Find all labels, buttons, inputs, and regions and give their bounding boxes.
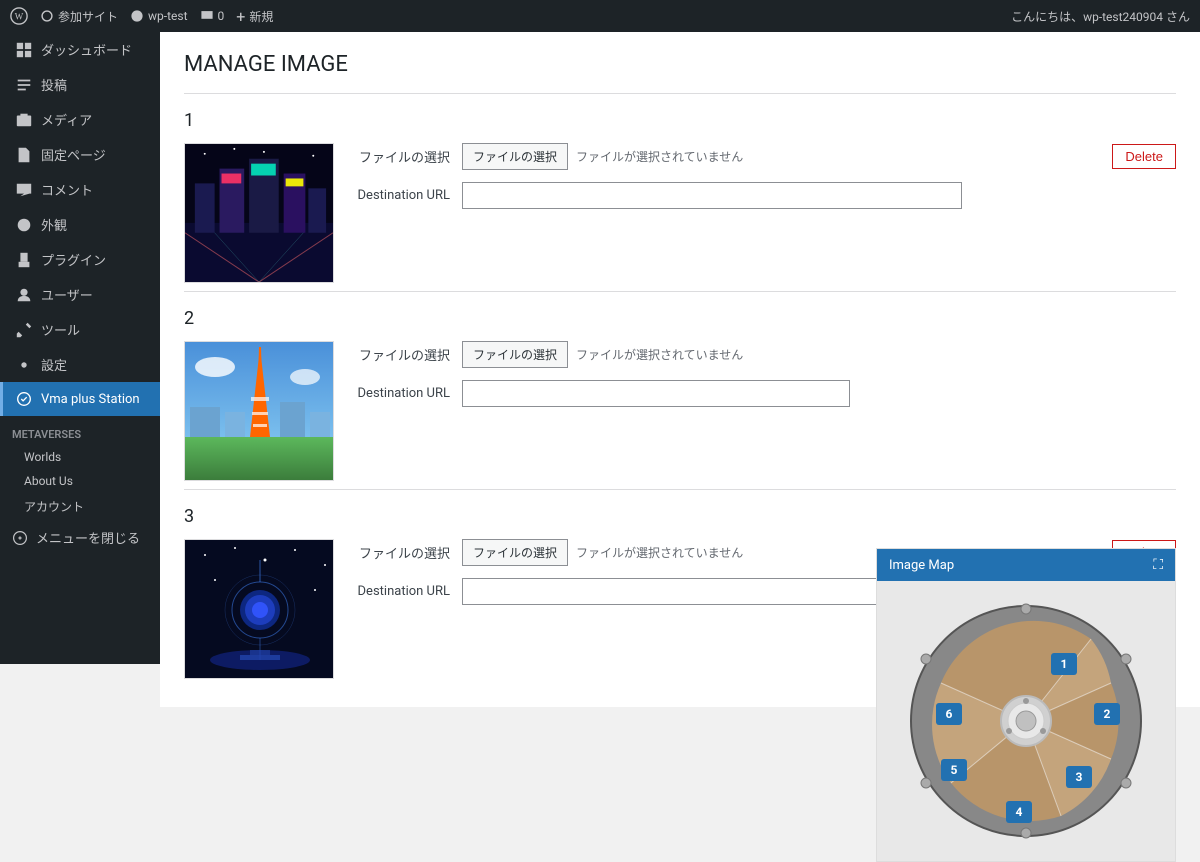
destination-label-1: Destination URL — [350, 188, 450, 203]
wp-logo-item[interactable]: W — [10, 7, 28, 25]
file-label-1: ファイルの選択 — [350, 147, 450, 166]
new-link[interactable]: + 新規 — [236, 7, 273, 26]
svg-text:4: 4 — [1016, 805, 1023, 819]
sidebar-sub-worlds[interactable]: Worlds — [0, 445, 160, 469]
sidebar-item-dashboard[interactable]: ダッシュボード — [0, 32, 160, 67]
main-content: MANAGE IMAGE 1 — [160, 32, 1200, 707]
image-row-2: ファイルの選択 ファイルの選択 ファイルが選択されていません Destinati… — [184, 341, 1176, 481]
sidebar-item-plugins[interactable]: プラグイン — [0, 242, 160, 277]
image-row-1: ファイルの選択 ファイルの選択 ファイルが選択されていません Delete De… — [184, 143, 1176, 283]
sidebar-item-media[interactable]: メディア — [0, 102, 160, 137]
section-divider-1 — [184, 291, 1176, 292]
wptest-link[interactable]: wp-test — [130, 9, 187, 23]
file-field-row-1: ファイルの選択 ファイルの選択 ファイルが選択されていません Delete — [350, 143, 1176, 170]
sidebar-item-comments[interactable]: コメント — [0, 172, 160, 207]
page-title: MANAGE IMAGE — [184, 52, 1176, 77]
admin-bar: W 参加サイト wp-test 0 + 新規 こんにちは、wp-test2409… — [0, 0, 1200, 32]
file-no-file-1: ファイルが選択されていません — [576, 148, 743, 165]
image-map-title: Image Map — [889, 558, 954, 573]
image-thumb-2 — [184, 341, 334, 481]
sidebar-item-tools[interactable]: ツール — [0, 312, 160, 347]
url-field-row-1: Destination URL — [350, 182, 1176, 209]
file-input-group-2: ファイルの選択 ファイルが選択されていません — [462, 341, 850, 368]
section-number-3: 3 — [184, 506, 1176, 527]
sidebar-item-appearance[interactable]: 外観 — [0, 207, 160, 242]
file-label-2: ファイルの選択 — [350, 345, 450, 364]
metaverses-section-title: Metaverses — [0, 416, 160, 445]
sidebar-item-settings[interactable]: 設定 — [0, 347, 160, 382]
file-no-file-2: ファイルが選択されていません — [576, 346, 743, 363]
sidebar-item-posts[interactable]: 投稿 — [0, 67, 160, 102]
section-divider-2 — [184, 489, 1176, 490]
user-greeting: こんにちは、wp-test240904 さん — [1011, 8, 1190, 25]
file-input-group-1: ファイルの選択 ファイルが選択されていません Delete — [462, 143, 1176, 170]
sidebar-sub-about-us[interactable]: About Us — [0, 469, 160, 493]
file-field-row-2: ファイルの選択 ファイルの選択 ファイルが選択されていません — [350, 341, 850, 368]
sidebar: ダッシュボード 投稿 メディア 固定ページ コメント 外観 プラグイン ユーザ — [0, 32, 160, 664]
image-fields-1: ファイルの選択 ファイルの選択 ファイルが選択されていません Delete De… — [350, 143, 1176, 209]
image-section-2: 2 — [184, 308, 1176, 490]
sidebar-item-pages[interactable]: 固定ページ — [0, 137, 160, 172]
image-map-popup: Image Map ⛶ — [876, 548, 1176, 862]
svg-text:6: 6 — [946, 707, 953, 721]
file-choose-button-3[interactable]: ファイルの選択 — [462, 539, 568, 566]
image-thumb-1 — [184, 143, 334, 283]
wheel-svg: 1 2 3 4 5 6 — [906, 601, 1146, 841]
svg-text:2: 2 — [1104, 707, 1111, 721]
file-choose-button-2[interactable]: ファイルの選択 — [462, 341, 568, 368]
url-field-row-2: Destination URL — [350, 380, 850, 407]
section-number-1: 1 — [184, 110, 1176, 131]
image-section-1: 1 — [184, 110, 1176, 292]
close-menu-button[interactable]: メニューを閉じる — [0, 520, 160, 555]
svg-text:5: 5 — [951, 763, 958, 777]
admin-bar-left: W 参加サイト wp-test 0 + 新規 — [10, 7, 273, 26]
image-map-header: Image Map ⛶ — [877, 549, 1175, 581]
title-divider — [184, 93, 1176, 94]
image-map-expand-icon[interactable]: ⛶ — [1153, 557, 1163, 573]
file-label-3: ファイルの選択 — [350, 543, 450, 562]
file-no-file-3: ファイルが選択されていません — [576, 544, 743, 561]
destination-label-3: Destination URL — [350, 584, 450, 599]
svg-text:3: 3 — [1076, 770, 1083, 784]
sidebar-menu: ダッシュボード 投稿 メディア 固定ページ コメント 外観 プラグイン ユーザ — [0, 32, 160, 416]
svg-text:1: 1 — [1061, 657, 1068, 671]
site-link[interactable]: 参加サイト — [40, 8, 118, 25]
comments-link[interactable]: 0 — [200, 9, 225, 23]
destination-url-input-1[interactable] — [462, 182, 962, 209]
destination-url-input-2[interactable] — [462, 380, 850, 407]
image-fields-2: ファイルの選択 ファイルの選択 ファイルが選択されていません Destinati… — [350, 341, 850, 407]
svg-text:W: W — [15, 12, 24, 22]
sidebar-item-users[interactable]: ユーザー — [0, 277, 160, 312]
destination-label-2: Destination URL — [350, 386, 450, 401]
sidebar-item-vma[interactable]: Vma plus Station — [0, 382, 160, 416]
file-choose-button-1[interactable]: ファイルの選択 — [462, 143, 568, 170]
image-thumb-3 — [184, 539, 334, 679]
section-number-2: 2 — [184, 308, 1176, 329]
image-map-body: 1 2 3 4 5 6 — [877, 581, 1175, 861]
sidebar-sub-account[interactable]: アカウント — [0, 493, 160, 520]
delete-button-1[interactable]: Delete — [1112, 144, 1176, 169]
